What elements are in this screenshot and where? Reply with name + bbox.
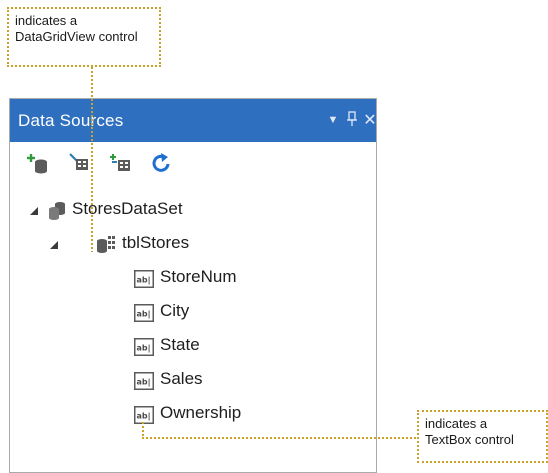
- dataset-icon: [49, 202, 65, 220]
- callout-datagridview-line2: DataGridView control: [15, 29, 138, 44]
- leader-line-textbox-vertical: [142, 422, 144, 438]
- textbox-icon: ab|: [134, 270, 154, 288]
- callout-datagridview-line1: indicates a: [15, 13, 78, 28]
- callout-textbox: indicates a TextBox control: [417, 410, 548, 463]
- field-label: City: [160, 301, 190, 320]
- pin-icon[interactable]: [343, 110, 361, 132]
- expand-collapse-icon[interactable]: [30, 207, 38, 215]
- close-icon[interactable]: ✕: [361, 110, 379, 130]
- textbox-icon: ab|: [134, 338, 154, 356]
- dataset-label: StoresDataSet: [72, 199, 183, 218]
- configure-dataset-icon: [110, 154, 130, 171]
- tree-node-dataset[interactable]: StoresDataSet: [10, 197, 376, 223]
- datagridview-icon: [97, 236, 115, 253]
- tree-node-field[interactable]: ab| City: [10, 299, 376, 325]
- tree-node-field[interactable]: ab| Sales: [10, 367, 376, 393]
- svg-text:ab|: ab|: [137, 344, 151, 353]
- field-label: State: [160, 335, 200, 354]
- add-database-icon: [27, 154, 47, 174]
- field-label: Ownership: [160, 403, 242, 422]
- tree-node-field[interactable]: ab| State: [10, 333, 376, 359]
- textbox-icon: ab|: [134, 406, 154, 424]
- svg-text:ab|: ab|: [137, 412, 151, 421]
- refresh-button[interactable]: [150, 152, 174, 174]
- configure-dataset-wizard-button[interactable]: [109, 152, 133, 174]
- panel-title: Data Sources: [18, 111, 124, 130]
- callout-textbox-line2: TextBox control: [425, 432, 514, 447]
- tree-node-table[interactable]: tblStores: [10, 231, 376, 257]
- data-sources-panel: Data Sources ▼ ✕ StoresDataSet tblStores…: [9, 98, 377, 473]
- callout-textbox-line1: indicates a: [425, 416, 488, 431]
- leader-line-datagridview: [91, 67, 93, 252]
- edit-dataset-designer-button[interactable]: [68, 152, 92, 174]
- add-new-data-source-button[interactable]: [27, 152, 51, 174]
- svg-text:ab|: ab|: [137, 310, 151, 319]
- tree-node-field[interactable]: ab| StoreNum: [10, 265, 376, 291]
- svg-text:ab|: ab|: [137, 378, 151, 387]
- svg-text:ab|: ab|: [137, 276, 151, 285]
- edit-dataset-icon: [69, 153, 88, 170]
- refresh-icon: [152, 153, 170, 172]
- table-label: tblStores: [122, 233, 190, 252]
- textbox-icon: ab|: [134, 372, 154, 390]
- tree-node-field[interactable]: ab| Ownership: [10, 401, 376, 427]
- panel-header: Data Sources ▼ ✕: [10, 99, 379, 142]
- textbox-icon: ab|: [134, 304, 154, 322]
- leader-line-textbox-horizontal: [142, 437, 418, 439]
- callout-datagridview: indicates a DataGridView control: [7, 7, 161, 67]
- field-label: Sales: [160, 369, 203, 388]
- toolbar: [10, 142, 376, 182]
- expand-collapse-icon[interactable]: [50, 241, 58, 249]
- dropdown-icon[interactable]: ▼: [324, 114, 342, 126]
- field-label: StoreNum: [160, 267, 237, 286]
